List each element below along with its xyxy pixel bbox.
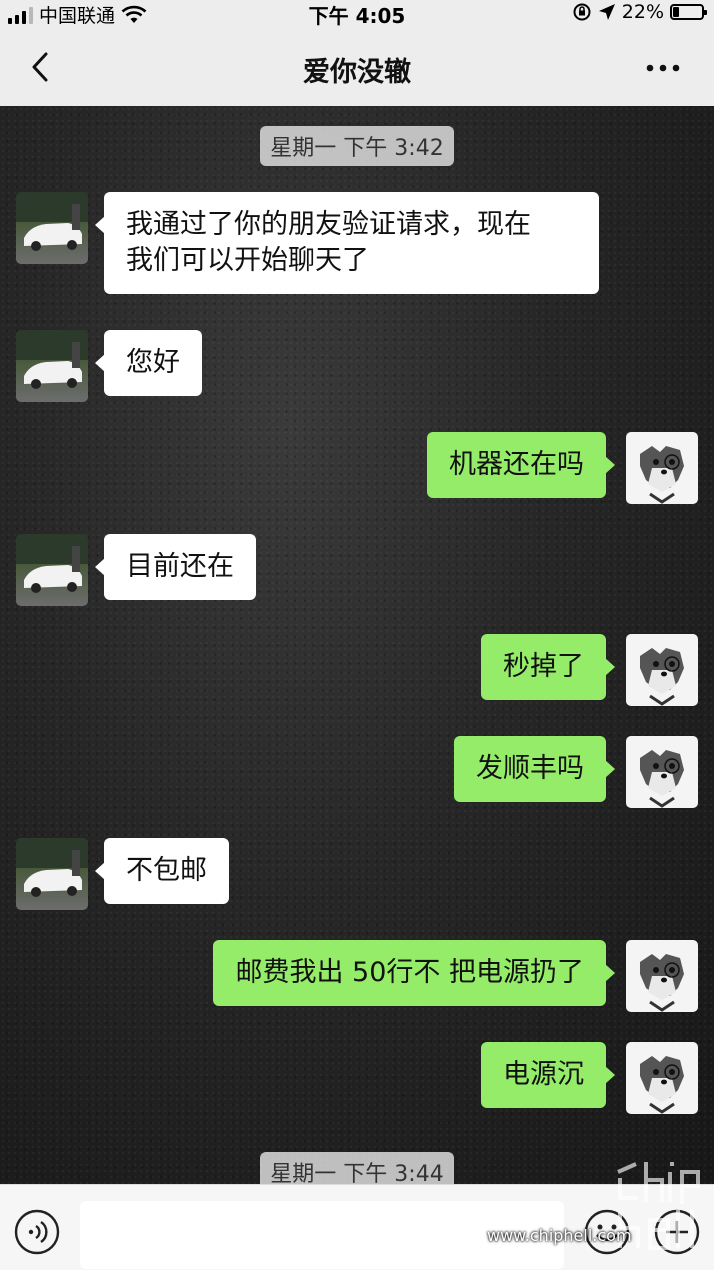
message-bubble[interactable]: 不包邮	[95, 838, 229, 904]
message-text: 我通过了你的朋友验证请求，现在	[126, 209, 531, 240]
chat-title: 爱你没辙	[303, 57, 411, 88]
message-text: 目前还在	[126, 551, 234, 582]
car-icon	[16, 838, 88, 897]
dog-icon	[640, 750, 684, 808]
avatar-self[interactable]	[626, 736, 698, 808]
chat-area[interactable]: 星期一 下午 3:42 我通过了你的朋友验证请求，现在 我们可以开始聊天了 您好…	[0, 106, 714, 1184]
dog-icon	[640, 1056, 684, 1114]
car-icon	[16, 192, 88, 251]
message-bubble[interactable]: 秒掉了	[481, 634, 615, 700]
avatar-self[interactable]	[626, 940, 698, 1012]
avatar-self[interactable]	[626, 634, 698, 706]
battery-icon	[670, 4, 707, 20]
message-bubble[interactable]: 机器还在吗	[427, 432, 615, 498]
message-text: 机器还在吗	[449, 449, 584, 480]
watermark-text: www.chiphell.com	[487, 1226, 632, 1245]
message-text: 发顺丰吗	[476, 753, 584, 784]
battery-percent: 22%	[621, 1, 664, 23]
message-bubble[interactable]: 我通过了你的朋友验证请求，现在 我们可以开始聊天了	[95, 192, 599, 294]
avatar-contact[interactable]	[16, 534, 88, 606]
battery-fill	[673, 7, 680, 17]
message-text: 邮费我出 50行不 把电源扔了	[235, 957, 584, 988]
more-dots-icon[interactable]	[646, 64, 680, 72]
message-bubble[interactable]: 您好	[95, 330, 202, 396]
dog-icon	[640, 446, 684, 504]
message-bubble[interactable]: 目前还在	[95, 534, 256, 600]
rotation-lock-icon	[573, 3, 591, 21]
nav-bar: 爱你没辙	[0, 28, 714, 106]
status-bar: 中国联通 下午 4:05 22%	[0, 0, 714, 28]
message-bubble[interactable]: 电源沉	[481, 1042, 615, 1108]
voice-icon[interactable]	[14, 1209, 60, 1255]
avatar-self[interactable]	[626, 432, 698, 504]
avatar-contact[interactable]	[16, 838, 88, 910]
avatar-contact[interactable]	[16, 330, 88, 402]
avatar-contact[interactable]	[16, 192, 88, 264]
location-arrow-icon	[598, 4, 615, 20]
message-bubble[interactable]: 发顺丰吗	[454, 736, 615, 802]
avatar-self[interactable]	[626, 1042, 698, 1114]
timestamp: 星期一 下午 3:42	[0, 126, 714, 166]
dog-icon	[640, 954, 684, 1012]
message-text: 您好	[126, 347, 180, 378]
message-text: 电源沉	[503, 1059, 584, 1090]
message-text: 秒掉了	[503, 651, 584, 682]
car-icon	[16, 330, 88, 389]
message-text: 我们可以开始聊天了	[126, 245, 369, 276]
dog-icon	[640, 648, 684, 706]
timestamp: 星期一 下午 3:44	[0, 1152, 714, 1184]
message-text: 不包邮	[126, 855, 207, 886]
car-icon	[16, 534, 88, 593]
message-bubble[interactable]: 邮费我出 50行不 把电源扔了	[213, 940, 615, 1006]
